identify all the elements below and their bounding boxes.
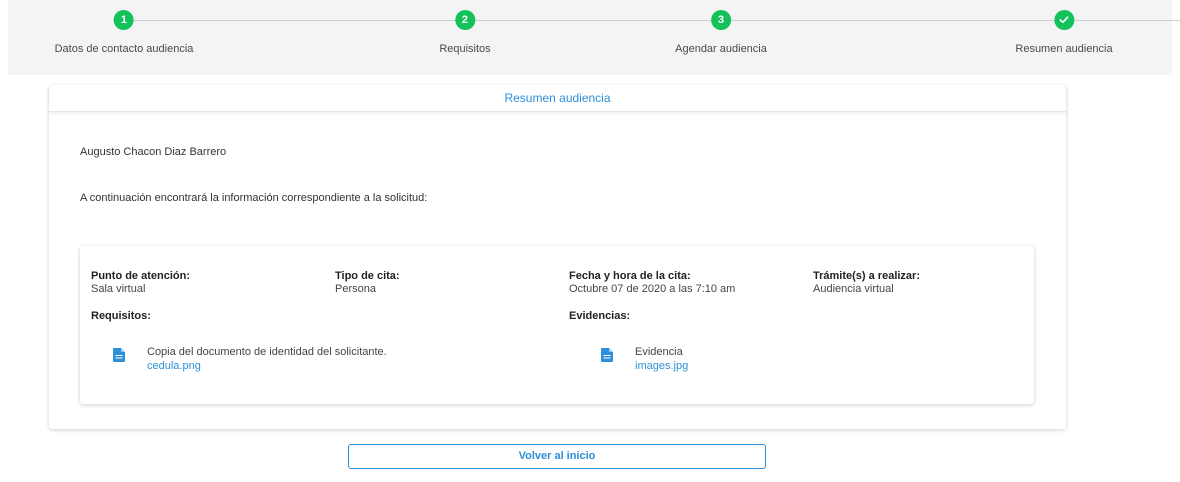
step-label: Resumen audiencia xyxy=(1015,43,1113,55)
card-title: Resumen audiencia xyxy=(49,85,1066,112)
field-label: Trámite(s) a realizar: xyxy=(813,270,920,282)
step-3-badge: 3 xyxy=(711,10,731,30)
evidencia-file-link[interactable]: images.jpg xyxy=(635,359,688,373)
requisito-file-link[interactable]: cedula.png xyxy=(147,359,387,373)
summary-card: Resumen audiencia Augusto Chacon Diaz Ba… xyxy=(49,85,1066,429)
progress-stepper: 1 Datos de contacto audiencia 2 Requisit… xyxy=(8,0,1180,75)
field-label: Tipo de cita: xyxy=(335,270,400,282)
step-1-badge: 1 xyxy=(113,10,134,30)
back-to-home-button[interactable]: Volver al inicio xyxy=(348,444,766,469)
step-2-badge: 2 xyxy=(454,10,475,30)
field-value: Persona xyxy=(335,283,376,295)
step-schedule[interactable]: 3 Agendar audiencia xyxy=(675,10,767,55)
check-icon xyxy=(1053,10,1074,30)
evidencias-heading: Evidencias: xyxy=(569,310,631,322)
step-label: Agendar audiencia xyxy=(675,43,767,55)
document-icon xyxy=(601,348,613,362)
field-tramite: Trámite(s) a realizar: Audiencia virtual xyxy=(813,270,920,295)
step-requirements[interactable]: 2 Requisitos xyxy=(439,10,491,55)
field-label: Punto de atención: xyxy=(91,270,190,282)
evidencia-title: Evidencia xyxy=(635,346,683,358)
field-value: Audiencia virtual xyxy=(813,283,894,295)
step-summary[interactable]: Resumen audiencia xyxy=(1015,10,1113,55)
field-fecha-hora: Fecha y hora de la cita: Octubre 07 de 2… xyxy=(569,270,735,295)
evidencia-item: Evidencia images.jpg xyxy=(601,345,688,373)
step-label: Datos de contacto audiencia xyxy=(54,43,194,55)
field-value: Octubre 07 de 2020 a las 7:10 am xyxy=(569,283,736,295)
applicant-name: Augusto Chacon Diaz Barrero xyxy=(80,146,227,158)
field-tipo-cita: Tipo de cita: Persona xyxy=(335,270,400,295)
requisito-title: Copia del documento de identidad del sol… xyxy=(147,346,387,358)
intro-text: A continuación encontrará la información… xyxy=(80,192,428,204)
field-value: Sala virtual xyxy=(91,283,146,295)
requisitos-heading: Requisitos: xyxy=(91,310,151,322)
step-contact-data[interactable]: 1 Datos de contacto audiencia xyxy=(54,10,194,55)
field-label: Fecha y hora de la cita: xyxy=(569,270,691,282)
step-label: Requisitos xyxy=(439,43,491,55)
field-punto-atencion: Punto de atención: Sala virtual xyxy=(91,270,190,295)
appointment-details: Punto de atención: Sala virtual Tipo de … xyxy=(80,246,1034,404)
document-icon xyxy=(113,348,125,362)
requisito-item: Copia del documento de identidad del sol… xyxy=(113,345,387,373)
